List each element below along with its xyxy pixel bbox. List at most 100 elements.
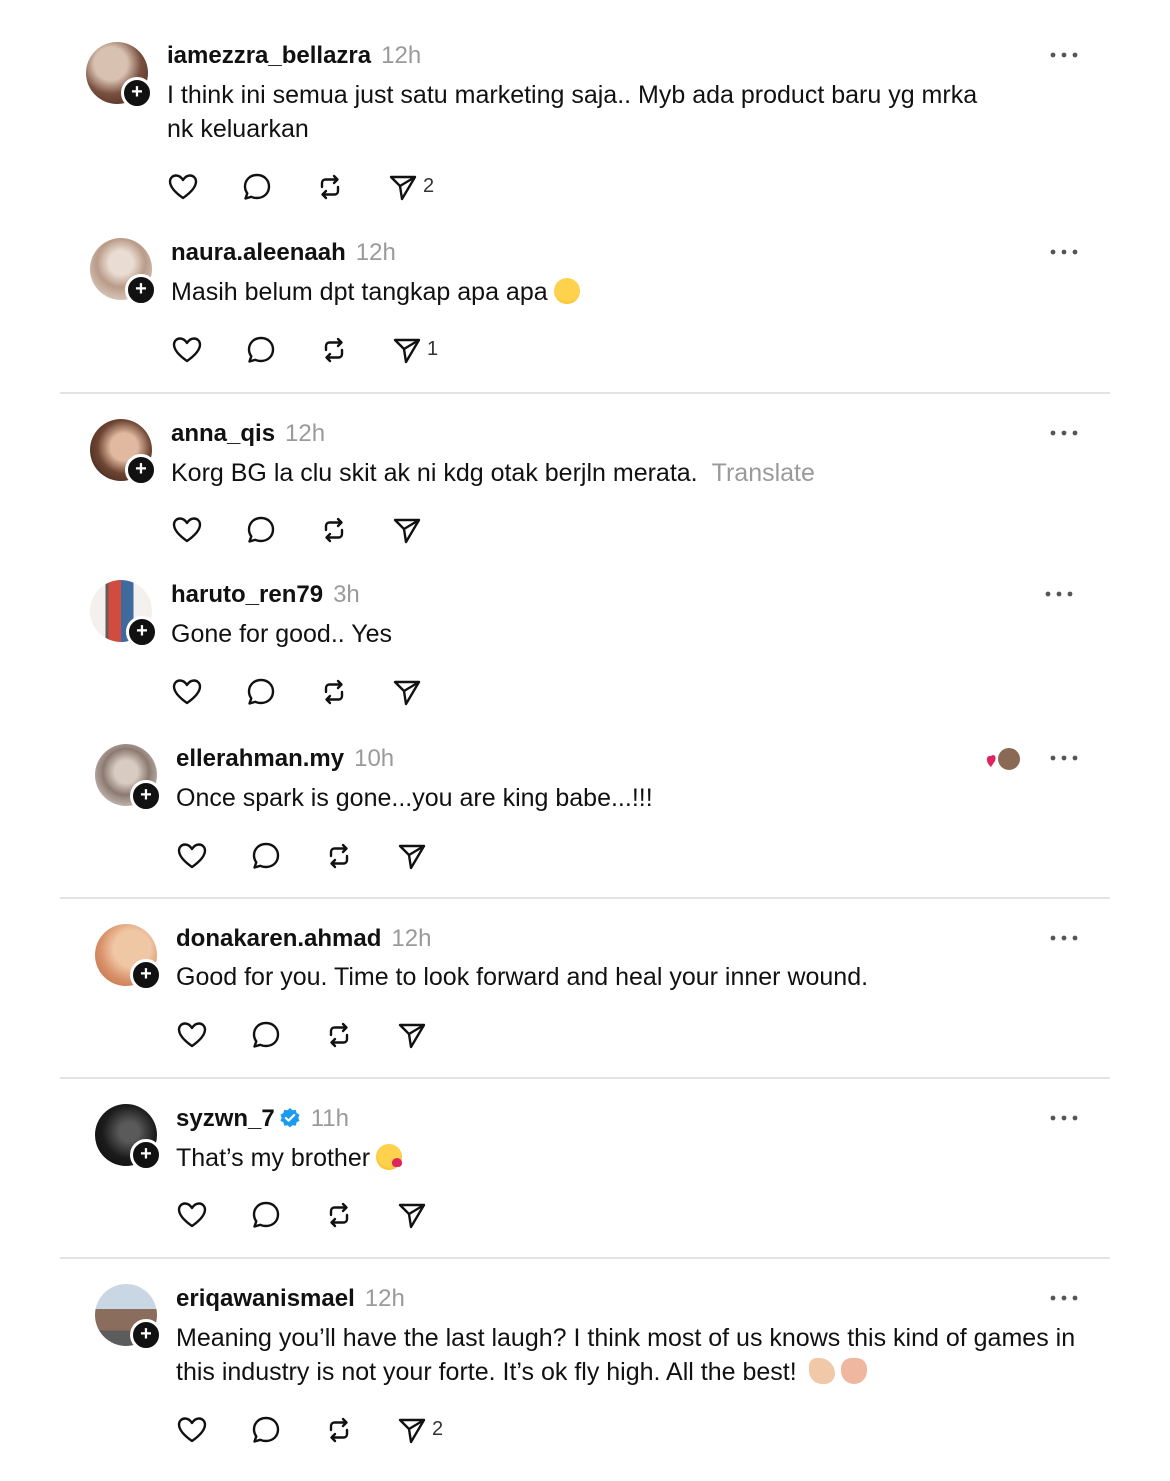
reply-button[interactable] [250,840,282,874]
reply-button[interactable] [245,334,277,368]
username[interactable]: donakaren.ahmad [176,925,381,952]
reply-button[interactable] [245,676,277,710]
repost-button[interactable] [314,171,346,205]
hands-emoji-icon [840,1358,867,1384]
follow-plus-icon[interactable]: + [130,959,162,991]
comment-text: Meaning you’ll have the last laugh? I th… [176,1321,1096,1389]
post-header: syzwn_7 11h [176,1105,349,1133]
comment-icon [245,514,277,546]
username[interactable]: anna_qis [171,420,275,447]
post-header: ellerahman.my 10h [176,745,394,773]
heart-reaction-icon [986,746,1022,772]
share-button[interactable] [396,840,428,874]
reply-button[interactable] [245,514,277,548]
reply-button[interactable] [250,1019,282,1053]
send-icon [391,514,423,546]
comment-text-content: Masih belum dpt tangkap apa apa [171,278,548,306]
repost-button[interactable] [323,1199,355,1233]
share-button[interactable]: 1 [391,334,438,368]
thread-divider [60,897,1110,899]
repost-button[interactable] [323,1019,355,1053]
more-icon[interactable] [1049,934,1079,942]
more-icon[interactable] [1044,590,1074,598]
like-button[interactable] [176,840,208,874]
more-icon[interactable] [1049,1294,1079,1302]
more-icon[interactable] [1049,754,1079,762]
share-button[interactable] [396,1019,428,1053]
more-icon[interactable] [1049,429,1079,437]
like-button[interactable] [176,1199,208,1233]
post-header: anna_qis 12h [171,420,325,448]
repost-icon [318,514,350,546]
comment-icon [245,676,277,708]
repost-icon [314,171,346,203]
comment-text: Once spark is gone...you are king babe..… [176,784,653,812]
like-button[interactable] [171,676,203,710]
like-button[interactable] [171,334,203,368]
share-button[interactable]: 2 [387,171,434,205]
thread-divider [60,392,1110,394]
reply-button[interactable] [250,1199,282,1233]
translate-link[interactable]: Translate [712,459,815,487]
action-bar [171,676,471,710]
follow-plus-icon[interactable]: + [130,1139,162,1171]
like-button[interactable] [176,1019,208,1053]
verified-badge-icon [280,1108,300,1128]
comment-icon [250,1414,282,1446]
comment-icon [250,840,282,872]
like-button[interactable] [171,514,203,548]
comment-text: That’s my brother [176,1141,1016,1175]
share-button[interactable] [391,676,423,710]
follow-plus-icon[interactable]: + [126,616,158,648]
send-icon [396,1414,428,1446]
send-icon [396,1199,428,1231]
username[interactable]: naura.aleenaah [171,239,346,266]
follow-plus-icon[interactable]: + [121,77,153,109]
like-button[interactable] [167,171,199,205]
comment-icon [250,1199,282,1231]
username[interactable]: ellerahman.my [176,745,344,772]
follow-plus-icon[interactable]: + [125,454,157,486]
comment-text: Good for you. Time to look forward and h… [176,963,869,991]
action-bar [176,1019,476,1053]
heart-icon [171,514,203,546]
username[interactable]: haruto_ren79 [171,581,323,608]
action-bar: 1 [171,334,471,368]
repost-button[interactable] [323,840,355,874]
thread-divider [60,1077,1110,1079]
repost-button[interactable] [318,676,350,710]
share-button[interactable] [391,514,423,548]
more-icon[interactable] [1049,1114,1079,1122]
timestamp: 12h [364,1285,405,1312]
thread-divider [60,1257,1110,1259]
repost-icon [323,1199,355,1231]
reply-button[interactable] [250,1414,282,1448]
post-header: donakaren.ahmad 12h [176,925,431,953]
comment-text: I think ini semua just satu marketing sa… [167,81,978,143]
send-icon [387,171,419,203]
follow-plus-icon[interactable]: + [130,1319,162,1351]
repost-button[interactable] [318,334,350,368]
username[interactable]: iamezzra_bellazra [167,42,371,69]
username[interactable]: eriqawanismael [176,1285,355,1312]
repost-icon [318,676,350,708]
share-count: 2 [432,1418,444,1440]
follow-plus-icon[interactable]: + [130,780,162,812]
share-count: 1 [427,338,439,360]
share-button[interactable] [396,1199,428,1233]
username[interactable]: syzwn_7 [176,1105,275,1132]
more-icon[interactable] [1049,51,1079,59]
repost-button[interactable] [323,1414,355,1448]
follow-plus-icon[interactable]: + [125,274,157,306]
repost-button[interactable] [318,514,350,548]
action-bar [176,1199,476,1233]
repost-icon [323,840,355,872]
comment-icon [241,171,273,203]
comment-text-content: That’s my brother [176,1144,371,1172]
like-button[interactable] [176,1414,208,1448]
kiss-emoji-icon [376,1144,403,1170]
reaction-avatars[interactable] [985,745,1025,773]
reply-button[interactable] [241,171,273,205]
more-icon[interactable] [1049,248,1079,256]
share-button[interactable]: 2 [396,1414,443,1448]
